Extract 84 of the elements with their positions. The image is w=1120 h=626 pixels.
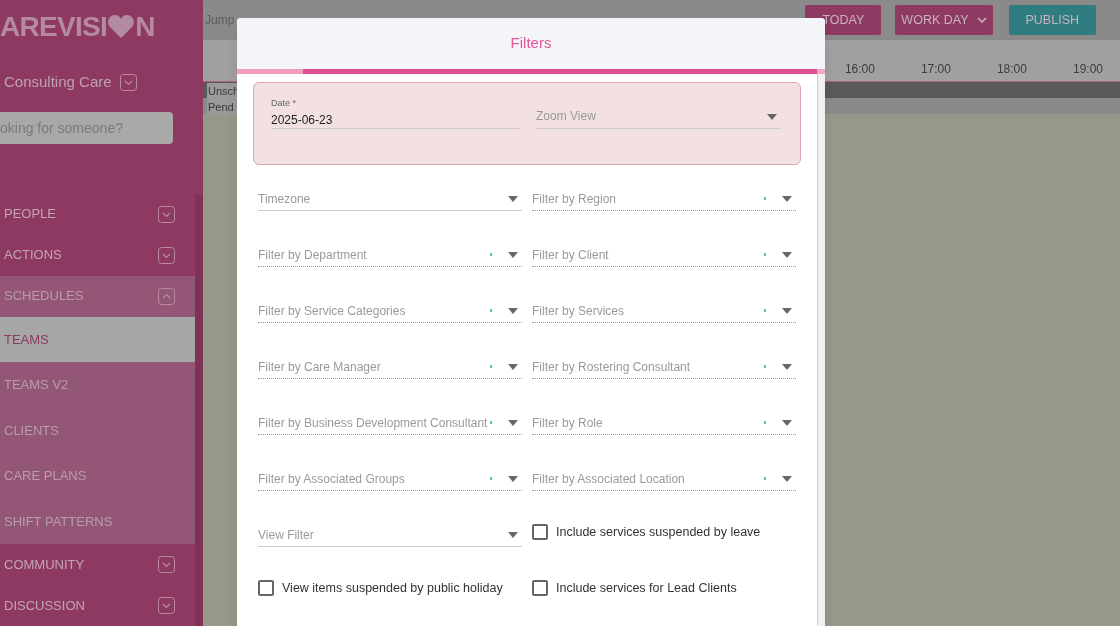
select-field[interactable]: Filter by Services bbox=[532, 293, 796, 323]
field-placeholder: Filter by Region bbox=[532, 190, 618, 208]
checkbox[interactable] bbox=[532, 580, 548, 596]
field-value: 2025-06-23 bbox=[271, 111, 334, 129]
select-field[interactable]: Zoom View bbox=[536, 97, 781, 129]
toolbar-button[interactable]: PUBLISH bbox=[1008, 5, 1096, 35]
nav-item[interactable]: COMMUNITY bbox=[0, 544, 195, 585]
select-field[interactable]: Timezone bbox=[258, 181, 522, 211]
chevron-up-icon bbox=[158, 287, 175, 305]
nav-subitem[interactable]: CARE PLANS bbox=[0, 453, 195, 499]
nav-subitem[interactable]: TEAMS bbox=[0, 316, 195, 362]
hour-label: 17:00 bbox=[920, 61, 951, 78]
select-field[interactable]: Filter by Department bbox=[258, 237, 522, 267]
caret-icon bbox=[782, 363, 792, 370]
select-field[interactable]: View Filter bbox=[258, 517, 522, 547]
chevron-down-icon bbox=[158, 597, 175, 614]
caret-icon bbox=[508, 475, 518, 482]
nav-item[interactable]: DISCUSSION bbox=[0, 585, 195, 626]
caret-icon bbox=[508, 195, 518, 202]
caret-icon bbox=[782, 419, 792, 426]
scrollbar[interactable] bbox=[195, 195, 203, 626]
checkbox-option[interactable]: Include services for Lead Clients bbox=[532, 573, 796, 603]
caret-icon bbox=[782, 475, 792, 482]
chevron-down-icon bbox=[158, 556, 175, 573]
hour-label: 18:00 bbox=[996, 61, 1027, 78]
field-placeholder: Filter by Services bbox=[532, 302, 626, 320]
account-name: Consulting Care bbox=[4, 72, 112, 93]
heart-icon bbox=[108, 15, 135, 39]
nav-item[interactable]: ACTIONS bbox=[0, 234, 195, 276]
checkbox-label: Include services suspended by leave bbox=[556, 523, 761, 541]
select-field[interactable]: Filter by Associated Location bbox=[532, 461, 796, 491]
field-placeholder: Filter by Care Manager bbox=[258, 358, 382, 376]
checkbox[interactable] bbox=[532, 524, 548, 540]
hour-label: 19:00 bbox=[1072, 61, 1103, 78]
field-placeholder: Filter by Department bbox=[258, 246, 368, 264]
field-placeholder: Timezone bbox=[258, 190, 312, 208]
caret-icon bbox=[508, 363, 518, 370]
field-placeholder: View Filter bbox=[258, 526, 315, 544]
field-placeholder: Zoom View bbox=[536, 108, 597, 125]
field-placeholder: Filter by Associated Groups bbox=[258, 470, 406, 488]
caret-icon bbox=[767, 114, 777, 120]
row-label: Pend bbox=[207, 99, 237, 115]
caret-icon bbox=[782, 251, 792, 258]
checkbox-option[interactable]: Include services suspended by leave bbox=[532, 517, 796, 547]
nav-subitem[interactable]: CLIENTS bbox=[0, 407, 195, 453]
nav-item[interactable]: PEOPLE bbox=[0, 193, 195, 235]
select-field[interactable]: Filter by Region bbox=[532, 181, 796, 211]
dialog-title: Filters bbox=[510, 33, 552, 54]
chevron-down-icon bbox=[158, 205, 175, 223]
logo: AREVISI N bbox=[0, 9, 155, 44]
select-field[interactable]: Filter by Business Development Consultant bbox=[258, 405, 522, 435]
hour-label: 16:00 bbox=[844, 61, 875, 78]
checkbox[interactable] bbox=[258, 580, 274, 596]
chevron-down-icon bbox=[976, 17, 987, 23]
caret-icon bbox=[508, 251, 518, 258]
checkbox-label: View items suspended by public holiday bbox=[282, 579, 503, 597]
field-placeholder: Filter by Service Categories bbox=[258, 302, 407, 320]
caret-icon bbox=[782, 307, 792, 314]
select-field[interactable]: Filter by Rostering Consultant bbox=[532, 349, 796, 379]
select-field[interactable]: Filter by Care Manager bbox=[258, 349, 522, 379]
select-field[interactable]: Filter by Role bbox=[532, 405, 796, 435]
scrollbar[interactable] bbox=[817, 74, 825, 626]
nav-subitem[interactable]: TEAMS V2 bbox=[0, 362, 195, 408]
checkbox-label: Include services for Lead Clients bbox=[556, 579, 737, 597]
toolbar-button[interactable]: WORK DAY bbox=[895, 5, 993, 35]
field-placeholder: Filter by Rostering Consultant bbox=[532, 358, 692, 376]
date-field[interactable]: Date * 2025-06-23 bbox=[271, 97, 520, 129]
caret-icon bbox=[508, 307, 518, 314]
checkbox-option[interactable]: View items suspended by public holiday bbox=[258, 573, 522, 603]
field-placeholder: Filter by Business Development Consultant bbox=[258, 414, 489, 432]
chevron-down-icon bbox=[119, 74, 137, 92]
nav-subitem[interactable]: SHIFT PATTERNS bbox=[0, 498, 195, 544]
caret-icon bbox=[782, 195, 792, 202]
field-placeholder: Filter by Role bbox=[532, 414, 604, 432]
field-placeholder: Filter by Associated Location bbox=[532, 470, 686, 488]
select-field[interactable]: Filter by Associated Groups bbox=[258, 461, 522, 491]
caret-icon bbox=[508, 531, 518, 538]
chevron-down-icon bbox=[158, 246, 175, 264]
select-field[interactable]: Filter by Client bbox=[532, 237, 796, 267]
field-placeholder: Filter by Client bbox=[532, 246, 610, 264]
select-field[interactable]: Filter by Service Categories bbox=[258, 293, 522, 323]
field-label: Date * bbox=[271, 97, 297, 110]
nav-item[interactable]: SCHEDULES bbox=[0, 275, 195, 317]
caret-icon bbox=[508, 419, 518, 426]
